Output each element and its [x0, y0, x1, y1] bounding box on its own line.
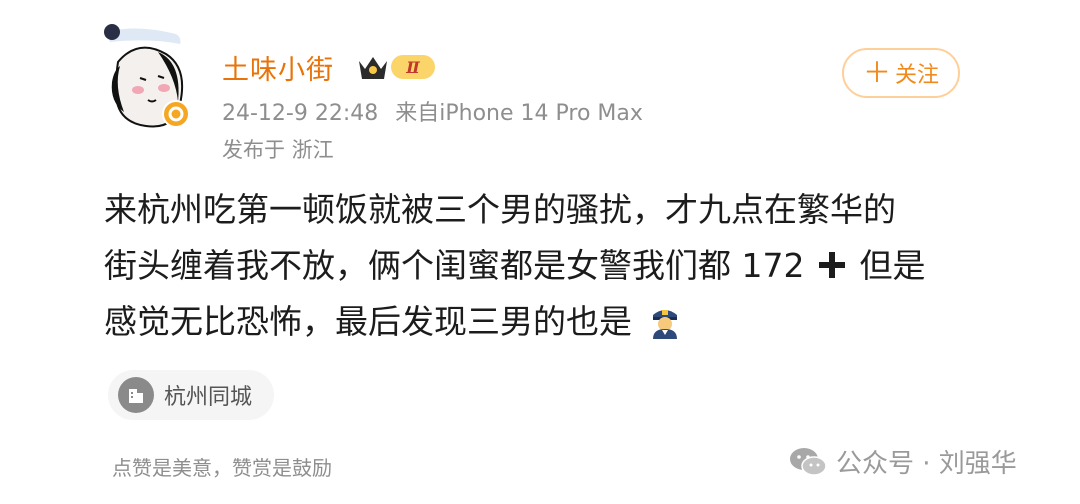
- username[interactable]: 土味小街: [222, 48, 334, 87]
- post-meta: 24-12-9 22:48 来自iPhone 14 Pro Max: [222, 95, 643, 127]
- post-text-line: 来杭州吃第一顿饭就被三个男的骚扰，才九点在繁华的: [104, 190, 896, 229]
- badge-level: Ⅱ: [405, 58, 420, 77]
- post-timestamp: 24-12-9 22:48: [222, 101, 379, 126]
- post-text-segment: 感觉无比恐怖，最后发现三男的也是: [104, 302, 632, 341]
- follow-label: 关注: [895, 63, 940, 88]
- follow-button[interactable]: ＋ 关注: [842, 48, 960, 98]
- watermark-text: 公众号 · 刘强华: [836, 449, 1017, 479]
- building-icon: [118, 377, 154, 413]
- heavy-plus-icon: [818, 252, 845, 278]
- topic-label: 杭州同城: [164, 385, 253, 410]
- wechat-icon: [790, 447, 827, 476]
- reward-note: 点赞是美意，赞赏是鼓励: [112, 456, 332, 480]
- verified-icon: [162, 100, 190, 128]
- topic-tag[interactable]: 杭州同城: [108, 370, 275, 420]
- post-text-segment: 但是: [859, 246, 926, 285]
- post-body: 来杭州吃第一顿饭就被三个男的骚扰，才九点在繁华的 街头缠着我不放，俩个闺蜜都是女…: [104, 182, 974, 350]
- crown-badge-icon: Ⅱ: [355, 49, 437, 83]
- post-text-line: 街头缠着我不放，俩个闺蜜都是女警我们都 172 但是: [104, 238, 974, 294]
- post-text-line: 感觉无比恐怖，最后发现三男的也是: [104, 294, 974, 350]
- post-source: 来自iPhone 14 Pro Max: [395, 101, 643, 126]
- plus-icon: ＋: [862, 56, 891, 89]
- watermark: 公众号 · 刘强华: [788, 443, 1017, 480]
- post-text-segment: 街头缠着我不放，俩个闺蜜都是女警我们都 172: [104, 246, 805, 285]
- police-officer-emoji-icon: [652, 310, 677, 339]
- post-location: 发布于 浙江: [222, 138, 334, 162]
